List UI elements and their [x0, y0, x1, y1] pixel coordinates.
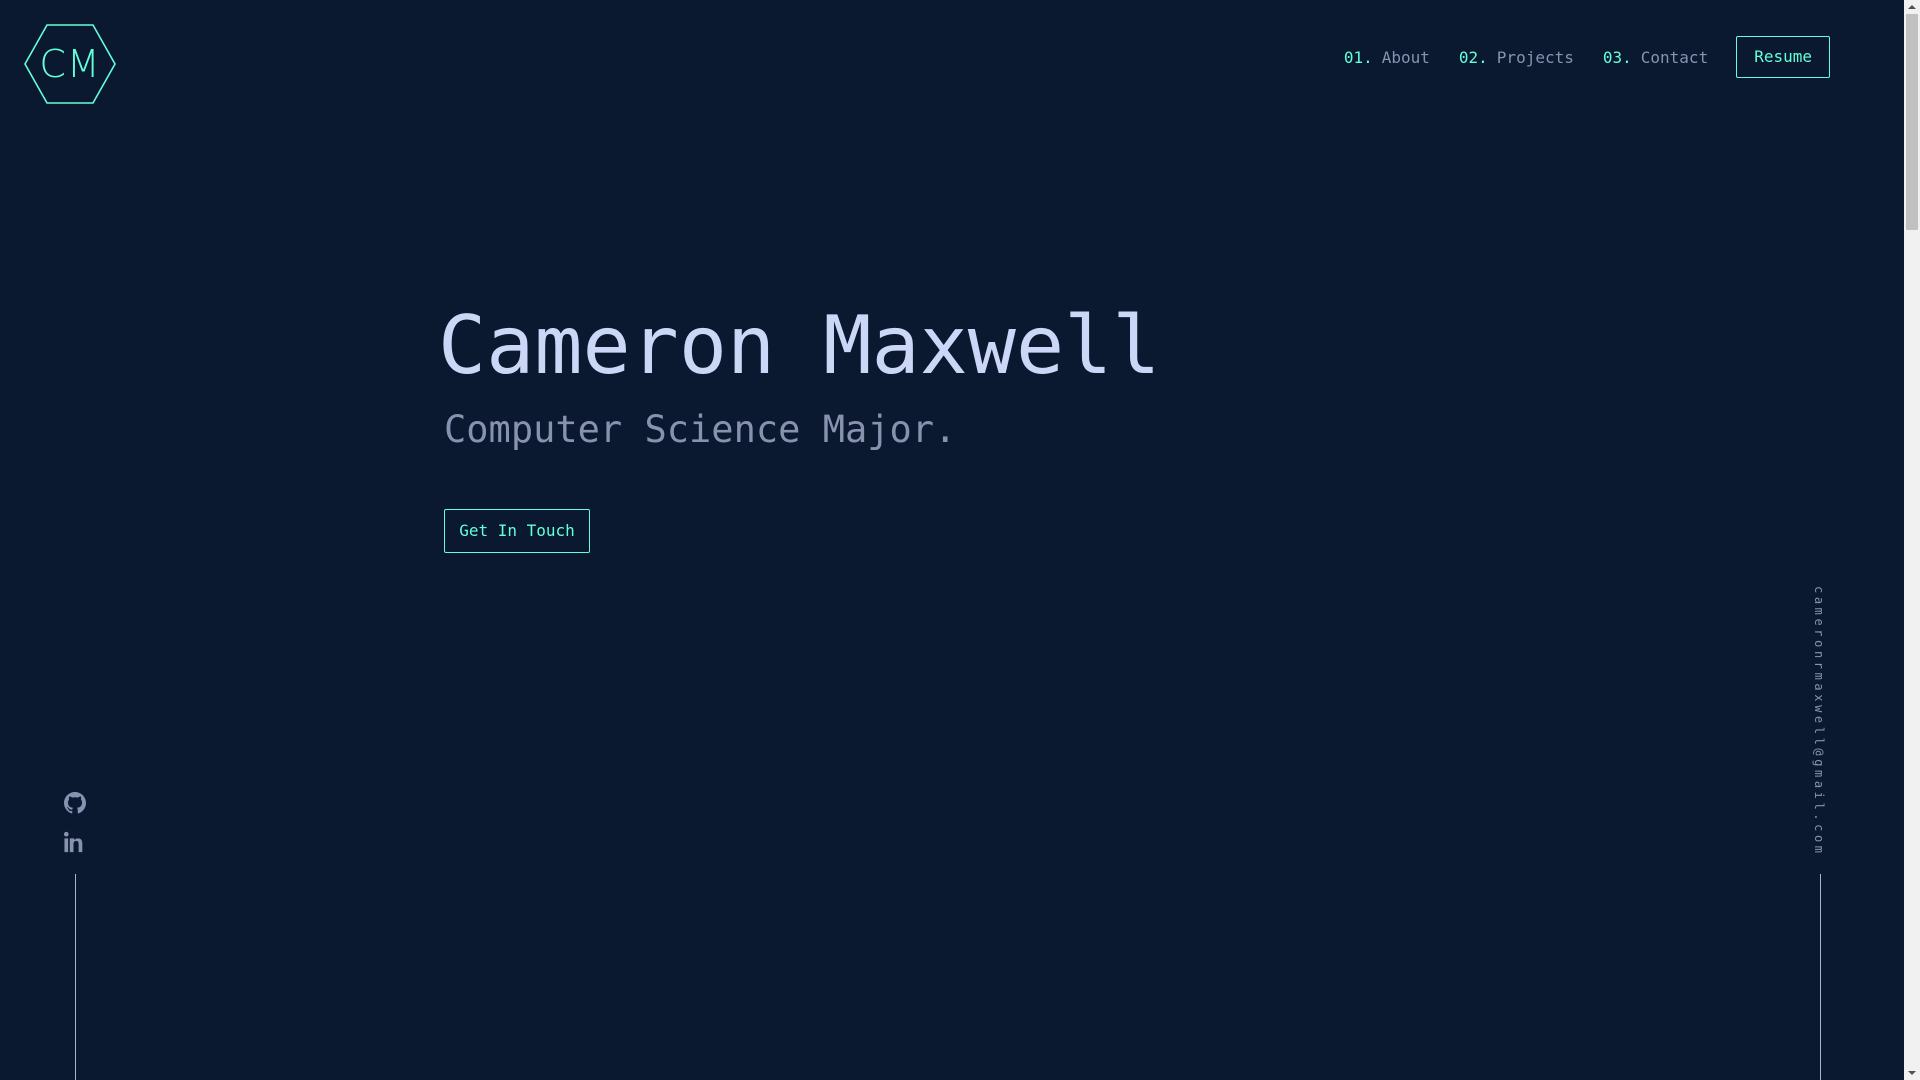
- hero-name: Cameron Maxwell: [438, 299, 1161, 392]
- nav-item-number: 02.: [1458, 47, 1488, 67]
- nav-item-projects[interactable]: 02. Projects: [1459, 48, 1574, 67]
- logo-text: CM: [39, 42, 101, 86]
- nav-item-label: About: [1381, 47, 1430, 67]
- resume-button[interactable]: Resume: [1736, 36, 1830, 78]
- right-rail-line: [1820, 874, 1821, 1080]
- logo-link[interactable]: CM: [24, 24, 116, 104]
- nav-item-number: 01.: [1343, 47, 1373, 67]
- arrow-down-icon: [1908, 1071, 1916, 1075]
- main-nav: 01. About 02. Projects 03. Contact Resum…: [1344, 36, 1830, 78]
- social-links: [64, 792, 88, 870]
- linkedin-icon: [64, 831, 83, 853]
- nav-item-label: Projects: [1496, 47, 1574, 67]
- github-link[interactable]: [64, 792, 88, 816]
- nav-item-about[interactable]: 01. About: [1344, 48, 1430, 67]
- scroll-thumb[interactable]: [1906, 14, 1918, 230]
- page: CM 01. About 02. Projects 03. Contact Re…: [0, 0, 1904, 1080]
- left-rail-line: [75, 874, 76, 1080]
- hero-subtitle: Computer Science Major.: [444, 408, 957, 451]
- scroll-down-arrow[interactable]: [1904, 1066, 1920, 1080]
- get-in-touch-button[interactable]: Get In Touch: [444, 509, 590, 553]
- nav-item-label: Contact: [1640, 47, 1709, 67]
- vertical-scrollbar[interactable]: [1904, 0, 1920, 1080]
- linkedin-link[interactable]: [64, 831, 88, 855]
- nav-item-contact[interactable]: 03. Contact: [1603, 48, 1708, 67]
- scroll-up-arrow[interactable]: [1904, 0, 1920, 14]
- github-icon: [64, 792, 86, 814]
- nav-item-number: 03.: [1602, 47, 1632, 67]
- email-link[interactable]: cameronrmaxwell@gmail.com: [1812, 586, 1826, 857]
- arrow-up-icon: [1908, 5, 1916, 9]
